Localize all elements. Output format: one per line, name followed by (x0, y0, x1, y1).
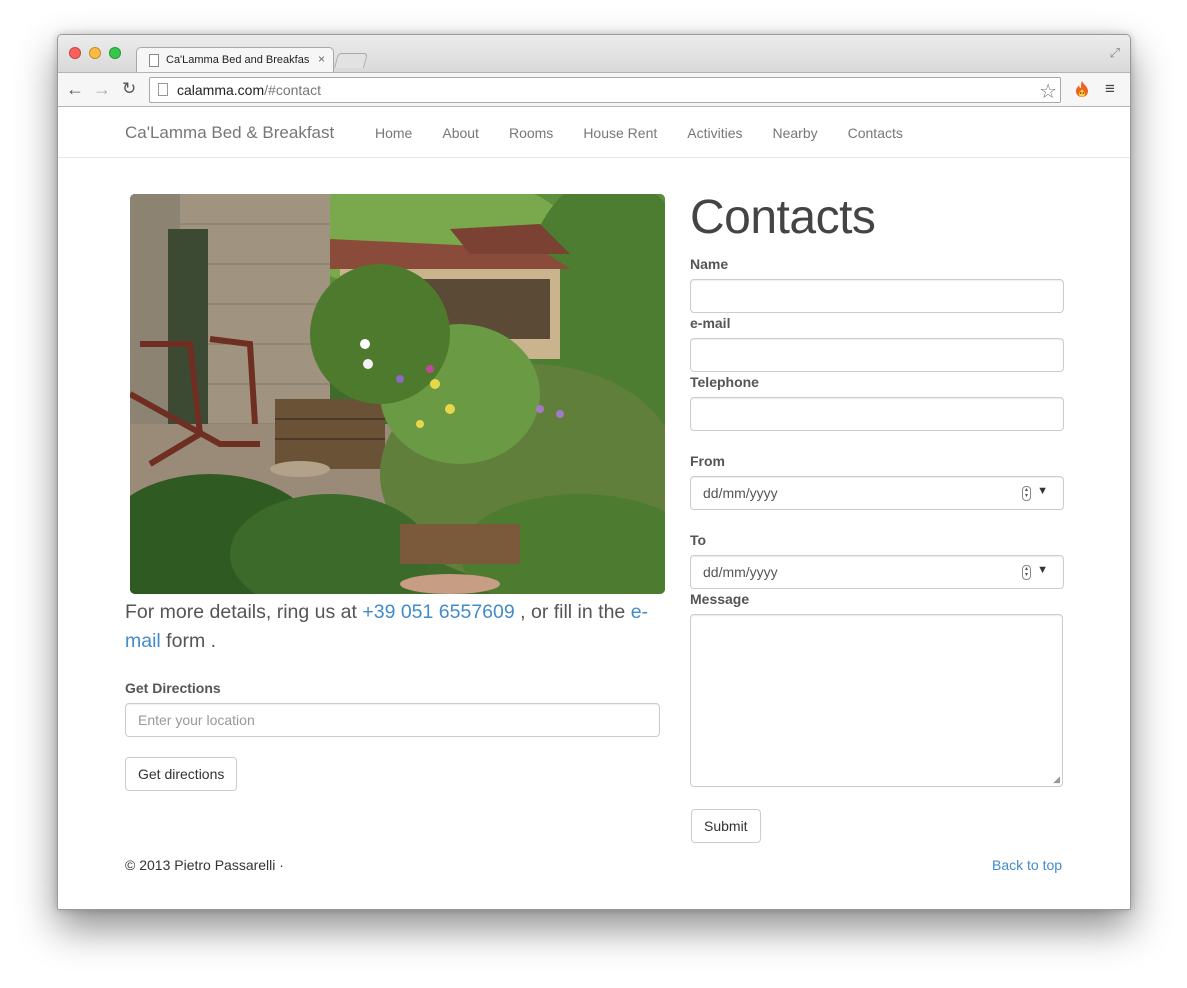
nav-link-activities[interactable]: Activities (687, 125, 742, 141)
intro-suffix: form . (160, 630, 217, 652)
browser-tab-strip: Ca'Lamma Bed and Breakfast × ⤢ (58, 35, 1130, 73)
name-field[interactable] (690, 279, 1064, 313)
from-date-dropdown-icon[interactable]: ▼ (1037, 485, 1048, 497)
browser-toolbar: ← → ↻ calamma.com/#contact ☆ ≡ (58, 72, 1130, 107)
message-textarea[interactable]: ◢ (690, 614, 1063, 787)
page-icon (158, 83, 168, 96)
site-brand[interactable]: Ca'Lamma Bed & Breakfast (125, 123, 334, 143)
nav-link-about[interactable]: About (442, 125, 479, 141)
back-to-top-link[interactable]: Back to top (992, 857, 1062, 873)
zoom-window-button[interactable] (109, 47, 121, 59)
from-date-field[interactable]: dd/mm/yyyy ▴ ▾ ▼ (690, 476, 1064, 510)
nav-links: Home About Rooms House Rent Activities N… (375, 125, 933, 141)
reload-icon[interactable]: ↻ (122, 79, 136, 99)
nav-link-nearby[interactable]: Nearby (772, 125, 817, 141)
to-date-dropdown-icon[interactable]: ▼ (1037, 564, 1048, 576)
close-window-button[interactable] (69, 47, 81, 59)
resize-grip-icon[interactable]: ◢ (1053, 774, 1060, 785)
email-label: e-mail (690, 315, 731, 331)
url-path: /#contact (264, 82, 321, 98)
get-directions-button[interactable]: Get directions (125, 757, 238, 791)
browser-window: Ca'Lamma Bed and Breakfast × ⤢ ← → ↻ cal… (57, 34, 1131, 910)
to-date-value: dd/mm/yyyy (703, 564, 778, 580)
directions-label: Get Directions (125, 680, 221, 696)
location-placeholder: Enter your location (138, 712, 255, 728)
submit-label: Submit (704, 818, 748, 834)
active-tab[interactable]: Ca'Lamma Bed and Breakfast × (136, 47, 334, 73)
document-icon (149, 54, 159, 67)
from-date-stepper-icon[interactable]: ▴ ▾ (1022, 486, 1031, 501)
telephone-label: Telephone (690, 374, 759, 390)
forward-arrow-icon[interactable]: → (93, 79, 111, 99)
tab-close-icon[interactable]: × (318, 52, 325, 66)
fire-extension-icon[interactable] (1074, 80, 1090, 98)
name-label: Name (690, 256, 729, 272)
fullscreen-icon[interactable]: ⤢ (1110, 45, 1120, 61)
email-field[interactable] (690, 338, 1064, 372)
phone-link[interactable]: +39 051 6557609 (362, 601, 514, 623)
nav-link-contacts[interactable]: Contacts (848, 125, 903, 141)
new-tab-button[interactable] (333, 53, 369, 68)
back-arrow-icon[interactable]: ← (66, 79, 84, 99)
nav-link-rooms[interactable]: Rooms (509, 125, 553, 141)
footer-copyright: © 2013 Pietro Passarelli · (125, 857, 284, 873)
to-date-stepper-icon[interactable]: ▴ ▾ (1022, 565, 1031, 580)
location-input[interactable]: Enter your location (125, 703, 660, 737)
site-navbar: Ca'Lamma Bed & Breakfast Home About Room… (58, 108, 1130, 158)
url-text[interactable]: calamma.com/#contact (177, 82, 321, 98)
telephone-field[interactable] (690, 397, 1064, 431)
url-host: calamma.com (177, 82, 265, 98)
bookmark-star-icon[interactable]: ☆ (1039, 79, 1057, 104)
menu-icon[interactable]: ≡ (1105, 79, 1115, 99)
nav-link-home[interactable]: Home (375, 125, 412, 141)
to-label: To (690, 532, 707, 548)
intro-middle: , or fill in the (514, 601, 631, 623)
from-date-value: dd/mm/yyyy (703, 485, 778, 501)
garden-photo (130, 194, 665, 594)
address-bar[interactable]: calamma.com/#contact ☆ (149, 77, 1061, 103)
submit-button[interactable]: Submit (691, 809, 761, 843)
intro-prefix: For more details, ring us at (125, 601, 363, 623)
to-date-field[interactable]: dd/mm/yyyy ▴ ▾ ▼ (690, 555, 1064, 589)
page-title: Contacts (690, 191, 876, 244)
nav-link-house-rent[interactable]: House Rent (583, 125, 657, 141)
web-page: Ca'Lamma Bed & Breakfast Home About Room… (58, 108, 1130, 909)
message-label: Message (690, 591, 750, 607)
from-label: From (690, 453, 725, 469)
contact-intro-text: For more details, ring us at +39 051 655… (125, 598, 670, 656)
tab-title: Ca'Lamma Bed and Breakfast (166, 54, 309, 66)
get-directions-label: Get directions (138, 766, 225, 782)
minimize-window-button[interactable] (89, 47, 101, 59)
